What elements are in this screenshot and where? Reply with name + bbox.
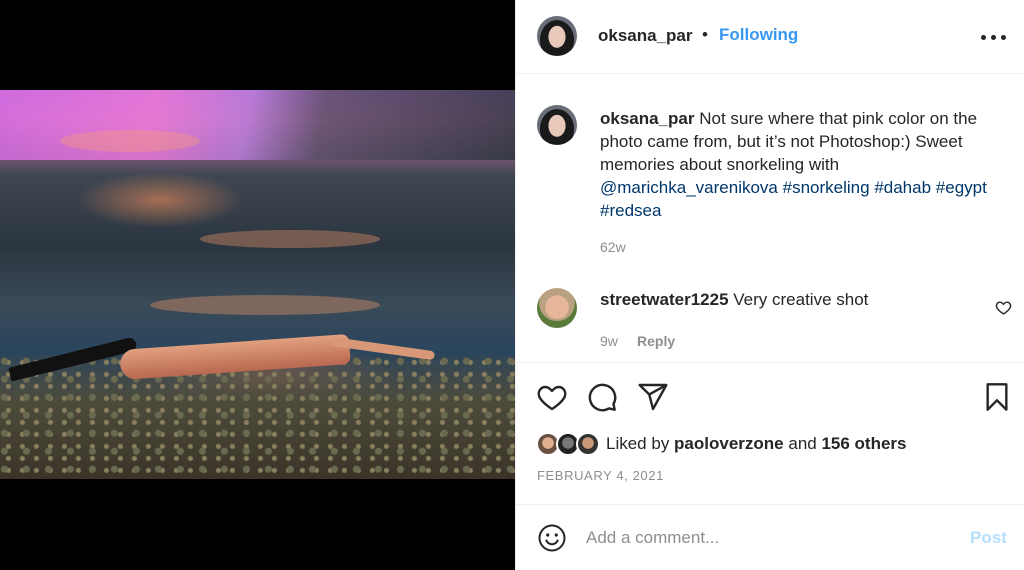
author-avatar[interactable]: [537, 16, 577, 56]
mention-link[interactable]: @marichka_varenikova: [600, 178, 778, 197]
post-actions: [516, 362, 1024, 428]
bookmark-icon[interactable]: [981, 381, 1013, 413]
hashtag-link[interactable]: #egypt: [936, 178, 987, 197]
commenter-username[interactable]: streetwater1225: [600, 290, 729, 309]
emoji-icon[interactable]: [537, 523, 567, 553]
caption-age[interactable]: 62w: [600, 239, 626, 255]
comment-age[interactable]: 9w: [600, 333, 618, 349]
caption-author[interactable]: oksana_par: [600, 109, 695, 128]
caption-author-avatar[interactable]: [537, 105, 577, 145]
post-details-panel: oksana_par • Following oksana_par Not su…: [515, 0, 1024, 570]
likes-middle: and: [783, 434, 822, 453]
following-button[interactable]: Following: [719, 25, 798, 45]
coral-reef: [0, 354, 515, 479]
light-ripple: [200, 230, 380, 248]
comment-body: Very creative shot: [728, 290, 869, 309]
commenter-avatar[interactable]: [537, 288, 577, 328]
heart-icon[interactable]: [536, 381, 568, 413]
more-options-icon[interactable]: [979, 22, 1009, 50]
post-photo[interactable]: [0, 90, 515, 479]
liker-avatar[interactable]: [576, 432, 600, 456]
hashtag-link[interactable]: #redsea: [600, 201, 661, 220]
comment-text: streetwater1225 Very creative shot: [600, 290, 868, 310]
hashtag-link[interactable]: #dahab: [874, 178, 931, 197]
comment-composer: Post: [516, 504, 1024, 570]
post-media: [0, 0, 515, 570]
others-link[interactable]: 156 others: [821, 434, 906, 453]
likes-prefix: Liked by: [606, 434, 675, 453]
hashtag-link[interactable]: #snorkeling: [783, 178, 870, 197]
likes-summary: Liked by paoloverzone and 156 others: [516, 428, 1024, 458]
reply-button[interactable]: Reply: [637, 333, 675, 349]
comment-icon[interactable]: [586, 381, 618, 413]
separator-dot: •: [702, 25, 708, 44]
light-ripple: [60, 130, 200, 152]
comment-like-icon[interactable]: [995, 299, 1012, 316]
comment-input[interactable]: [586, 525, 956, 551]
post-button[interactable]: Post: [970, 528, 1007, 548]
author-username[interactable]: oksana_par: [598, 26, 693, 46]
likes-text: Liked by paoloverzone and 156 others: [606, 434, 907, 454]
share-icon[interactable]: [637, 381, 669, 413]
post-header: oksana_par • Following: [516, 0, 1024, 74]
first-liker-link[interactable]: paoloverzone: [674, 434, 784, 453]
light-ripple: [150, 295, 380, 315]
caption-text: oksana_par Not sure where that pink colo…: [600, 107, 1010, 222]
post-date[interactable]: FEBRUARY 4, 2021: [537, 468, 664, 483]
water-surface: [0, 90, 515, 160]
